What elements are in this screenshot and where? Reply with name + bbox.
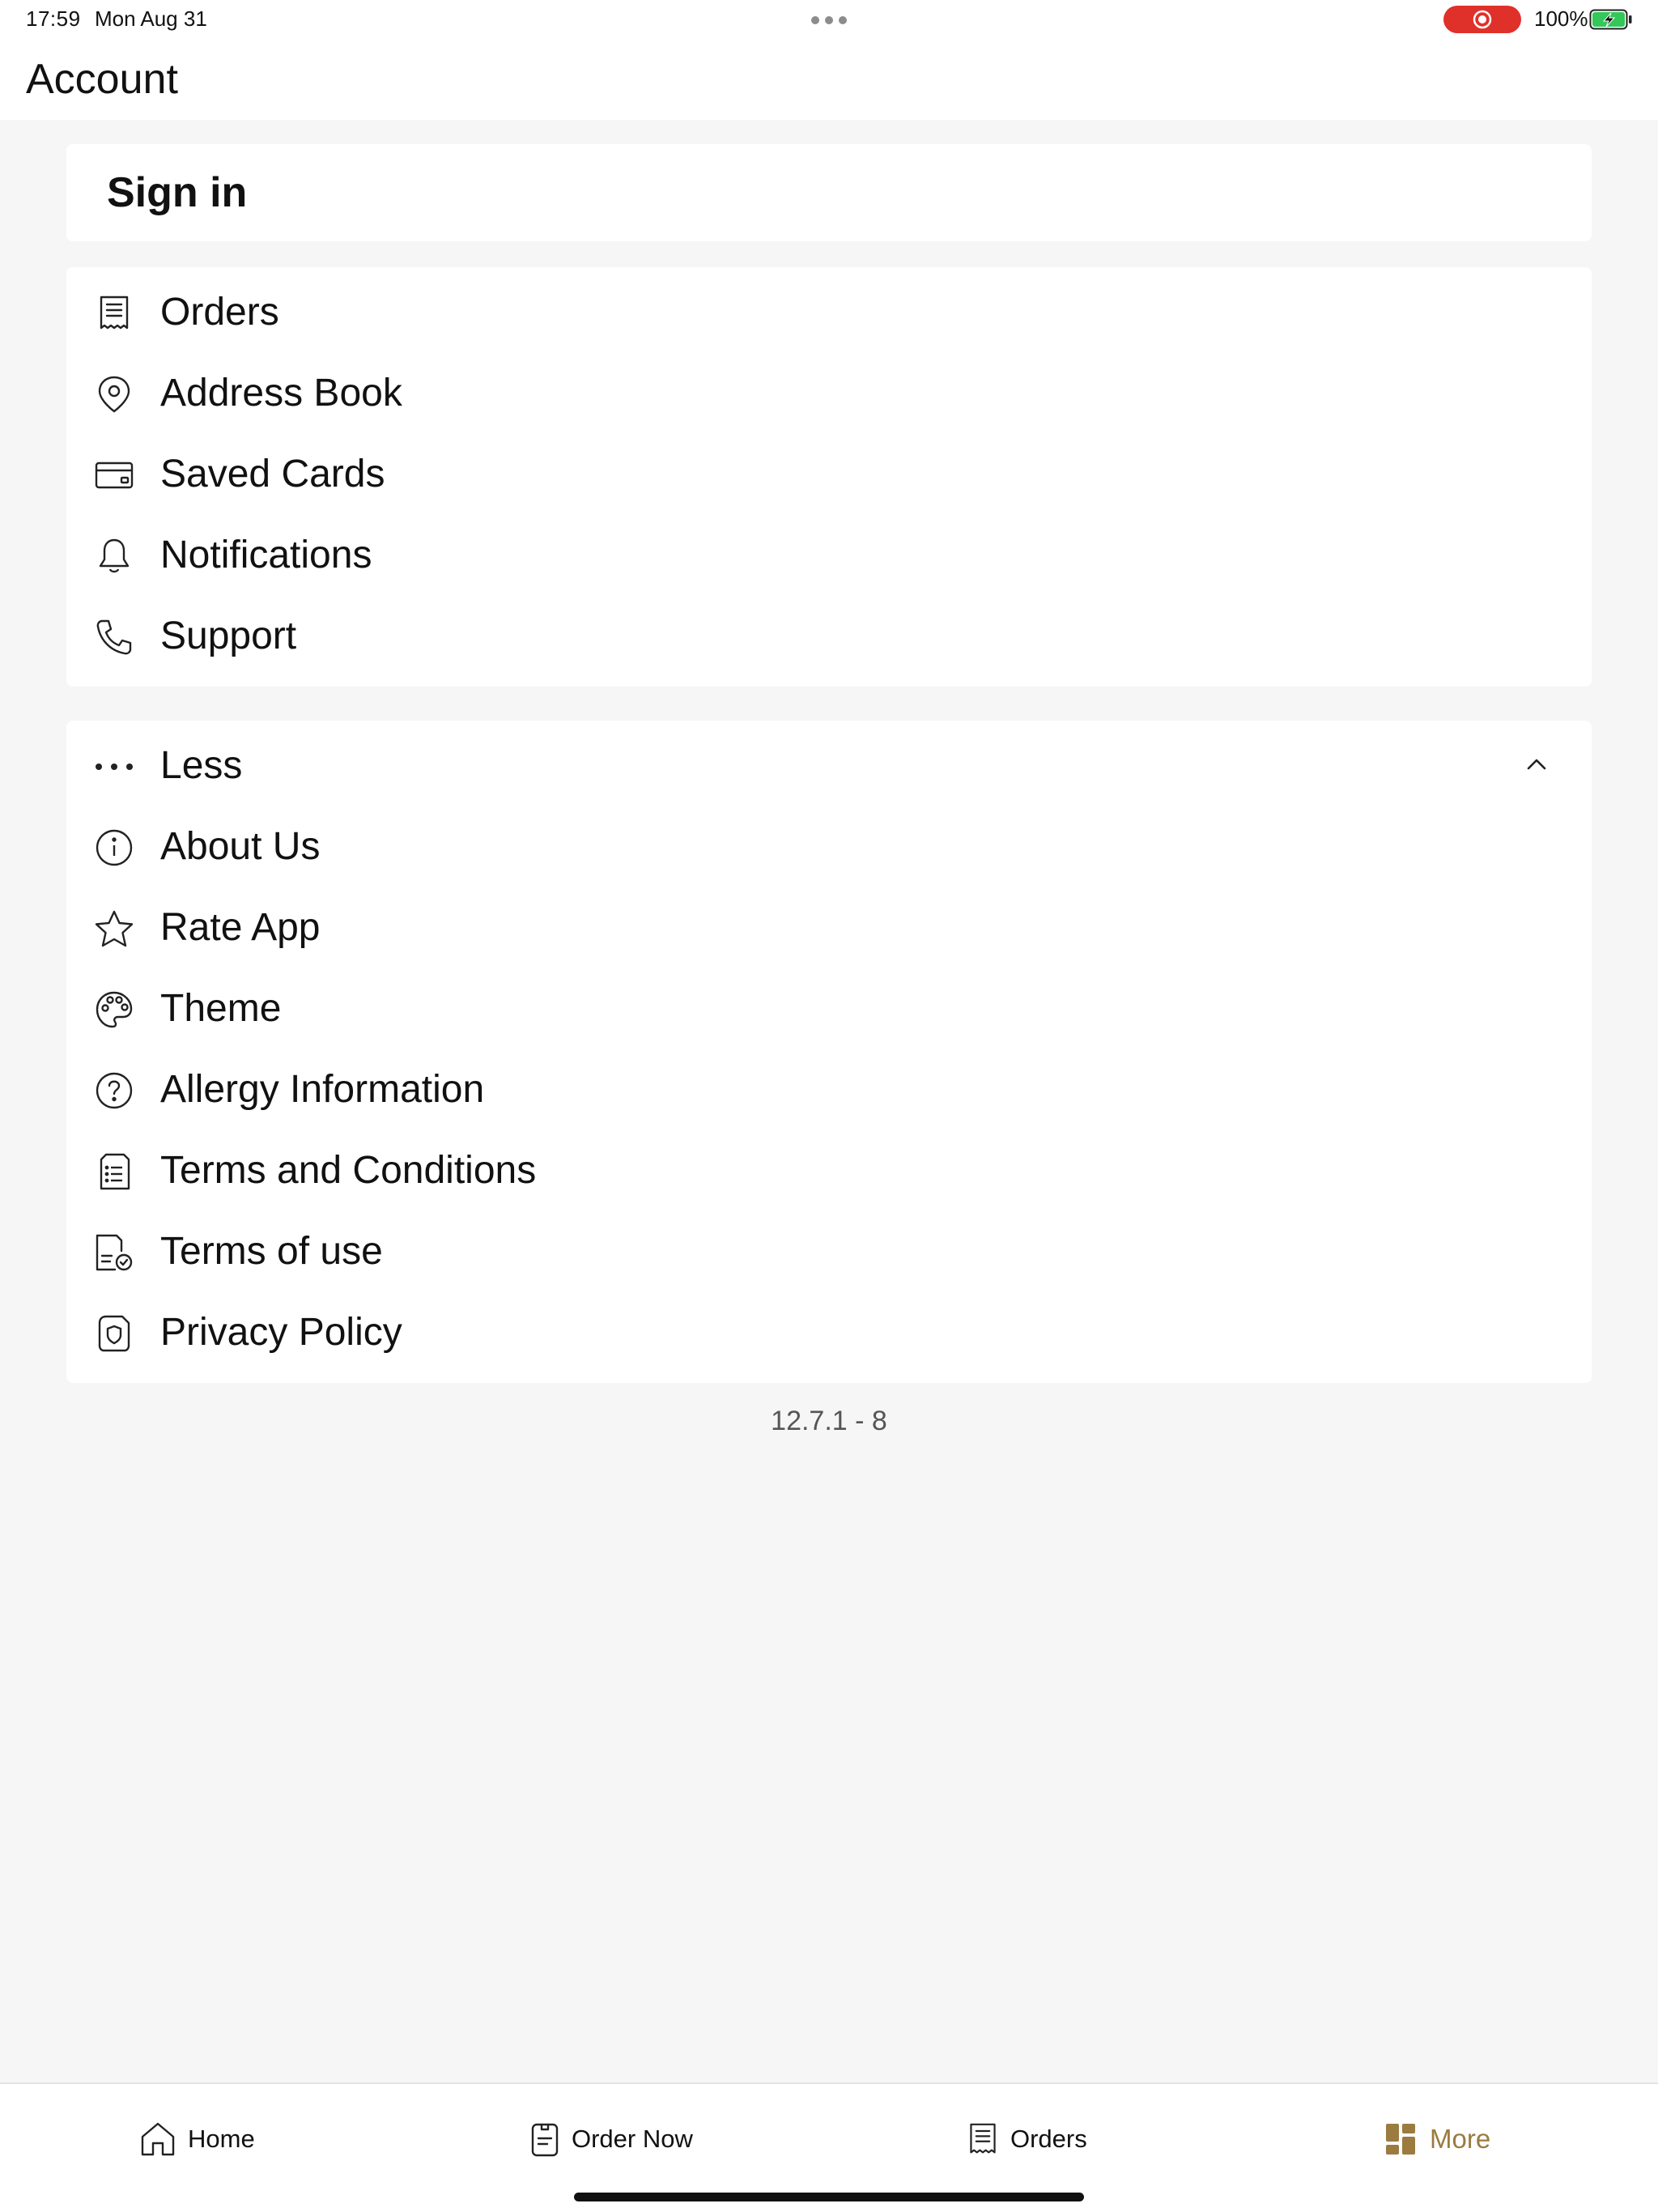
page-header: Account <box>0 39 1658 120</box>
tab-more[interactable]: More <box>1384 2115 1490 2163</box>
menu-item-allergy-information[interactable]: Allergy Information <box>66 1048 1592 1129</box>
tab-orders[interactable]: Orders <box>967 2115 1087 2163</box>
menu-item-label: Allergy Information <box>160 1068 485 1111</box>
tab-home[interactable]: Home <box>139 2115 255 2163</box>
receipt-icon <box>94 293 134 334</box>
info-icon <box>94 827 134 868</box>
battery-charging-icon <box>1589 9 1632 30</box>
less-toggle[interactable]: Less <box>66 724 1592 805</box>
order-now-icon <box>529 2121 560 2158</box>
menu-item-notifications[interactable]: Notifications <box>66 513 1592 594</box>
receipt-icon <box>967 2121 999 2157</box>
shield-document-icon <box>94 1313 134 1354</box>
star-icon <box>94 908 134 949</box>
menu-item-label: Support <box>160 615 297 657</box>
menu-item-label: Saved Cards <box>160 453 385 496</box>
menu-item-label: Address Book <box>160 372 402 415</box>
menu-item-label: Terms of use <box>160 1230 383 1273</box>
question-icon <box>94 1070 134 1111</box>
battery-percentage: 100% <box>1534 6 1588 31</box>
document-check-icon <box>94 1232 134 1273</box>
credit-card-icon <box>94 455 134 496</box>
phone-icon <box>94 617 134 657</box>
tab-label: Orders <box>1010 2125 1087 2153</box>
ellipsis-icon <box>94 747 134 787</box>
menu-item-label: Orders <box>160 291 279 334</box>
record-icon <box>1473 10 1492 29</box>
menu-item-orders[interactable]: Orders <box>66 270 1592 351</box>
account-menu: Orders Address Book Saved Cards Notifica… <box>66 267 1592 687</box>
sign-in-label: Sign in <box>107 169 248 216</box>
sign-in-button[interactable]: Sign in <box>66 144 1592 241</box>
less-toggle-label: Less <box>160 744 243 787</box>
tab-label: Order Now <box>572 2125 693 2153</box>
menu-item-support[interactable]: Support <box>66 594 1592 675</box>
menu-item-address-book[interactable]: Address Book <box>66 351 1592 432</box>
grid-icon <box>1384 2122 1418 2156</box>
menu-item-label: Notifications <box>160 534 372 576</box>
tab-label: More <box>1430 2124 1491 2154</box>
tab-order-now[interactable]: Order Now <box>529 2115 693 2163</box>
status-date: Mon Aug 31 <box>95 6 207 31</box>
tab-bar: Home Order Now Orders More <box>0 2082 1658 2212</box>
page-title: Account <box>26 56 178 103</box>
menu-item-label: About Us <box>160 825 321 868</box>
menu-item-privacy-policy[interactable]: Privacy Policy <box>66 1291 1592 1372</box>
status-bar: 17:59 Mon Aug 31 100% <box>0 0 1658 39</box>
document-list-icon <box>94 1151 134 1192</box>
screen-recording-indicator[interactable] <box>1443 6 1521 33</box>
chevron-up-icon <box>1522 750 1551 779</box>
account-screen: 17:59 Mon Aug 31 100% Account Sign in Or… <box>0 0 1658 2212</box>
app-version: 12.7.1 - 8 <box>771 1406 887 1436</box>
menu-item-saved-cards[interactable]: Saved Cards <box>66 432 1592 513</box>
bell-icon <box>94 536 134 576</box>
menu-item-terms-and-conditions[interactable]: Terms and Conditions <box>66 1129 1592 1210</box>
menu-item-label: Theme <box>160 987 282 1030</box>
more-menu: Less About Us Rate App Theme Allergy Inf… <box>66 721 1592 1383</box>
menu-item-theme[interactable]: Theme <box>66 967 1592 1048</box>
tab-label: Home <box>188 2125 255 2153</box>
menu-item-rate-app[interactable]: Rate App <box>66 886 1592 967</box>
menu-item-label: Privacy Policy <box>160 1311 402 1354</box>
multitasking-dots-icon[interactable] <box>811 16 847 24</box>
menu-item-label: Rate App <box>160 906 321 949</box>
menu-item-label: Terms and Conditions <box>160 1149 537 1192</box>
menu-item-terms-of-use[interactable]: Terms of use <box>66 1210 1592 1291</box>
location-pin-icon <box>94 374 134 415</box>
menu-item-about-us[interactable]: About Us <box>66 805 1592 886</box>
home-icon <box>139 2121 176 2158</box>
palette-icon <box>94 989 134 1030</box>
home-indicator[interactable] <box>574 2193 1084 2201</box>
status-time: 17:59 <box>26 6 81 31</box>
